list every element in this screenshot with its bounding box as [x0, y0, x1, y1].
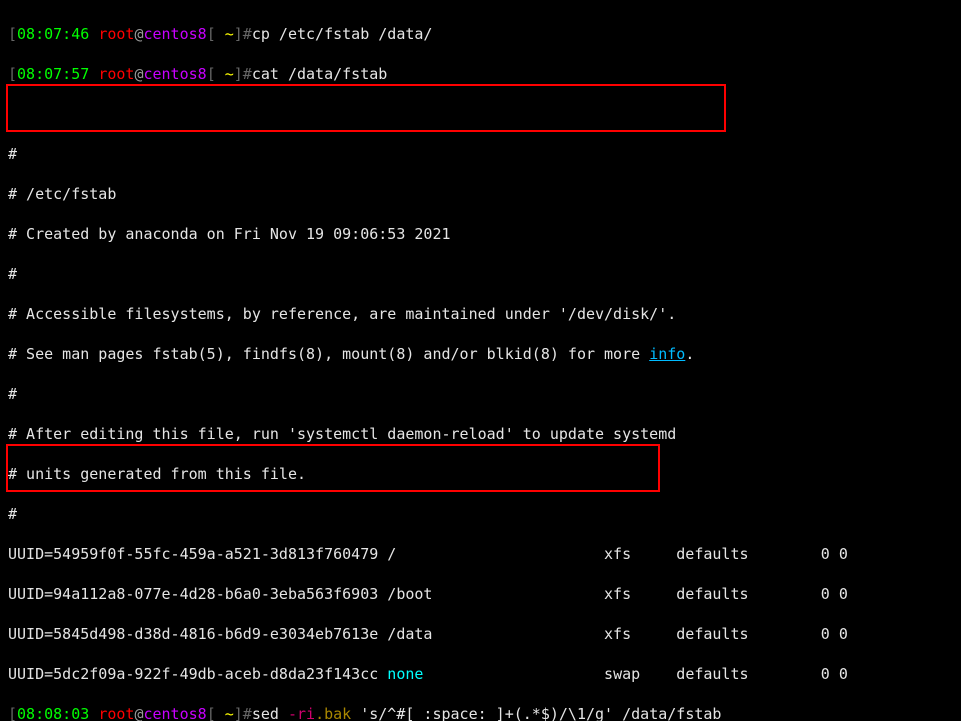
fstab-line: # units generated from this file. [8, 464, 953, 484]
fstab-line: # [8, 264, 953, 284]
fstab-line: # [8, 384, 953, 404]
fstab-line: # [8, 144, 953, 164]
fstab-line: # Created by anaconda on Fri Nov 19 09:0… [8, 224, 953, 244]
fstab-line: # See man pages fstab(5), findfs(8), mou… [8, 344, 953, 364]
prompt-line-2: [08:07:57 root@centos8[ ~]#cat /data/fst… [8, 64, 953, 84]
blank-line [8, 104, 953, 124]
prompt-line-3: [08:08:03 root@centos8[ ~]#sed -ri.bak '… [8, 704, 953, 721]
fstab-uuid-line: UUID=5dc2f09a-922f-49db-aceb-d8da23f143c… [8, 664, 953, 684]
fstab-line: # After editing this file, run 'systemct… [8, 424, 953, 444]
fstab-line: # /etc/fstab [8, 184, 953, 204]
fstab-line: # [8, 504, 953, 524]
fstab-uuid-line: UUID=5845d498-d38d-4816-b6d9-e3034eb7613… [8, 624, 953, 644]
fstab-uuid-line: UUID=54959f0f-55fc-459a-a521-3d813f76047… [8, 544, 953, 564]
prompt-line-1: [08:07:46 root@centos8[ ~]#cp /etc/fstab… [8, 24, 953, 44]
terminal-output[interactable]: [08:07:46 root@centos8[ ~]#cp /etc/fstab… [0, 0, 961, 721]
fstab-uuid-line: UUID=94a112a8-077e-4d28-b6a0-3eba563f690… [8, 584, 953, 604]
info-link: info [649, 345, 685, 363]
fstab-line: # Accessible filesystems, by reference, … [8, 304, 953, 324]
